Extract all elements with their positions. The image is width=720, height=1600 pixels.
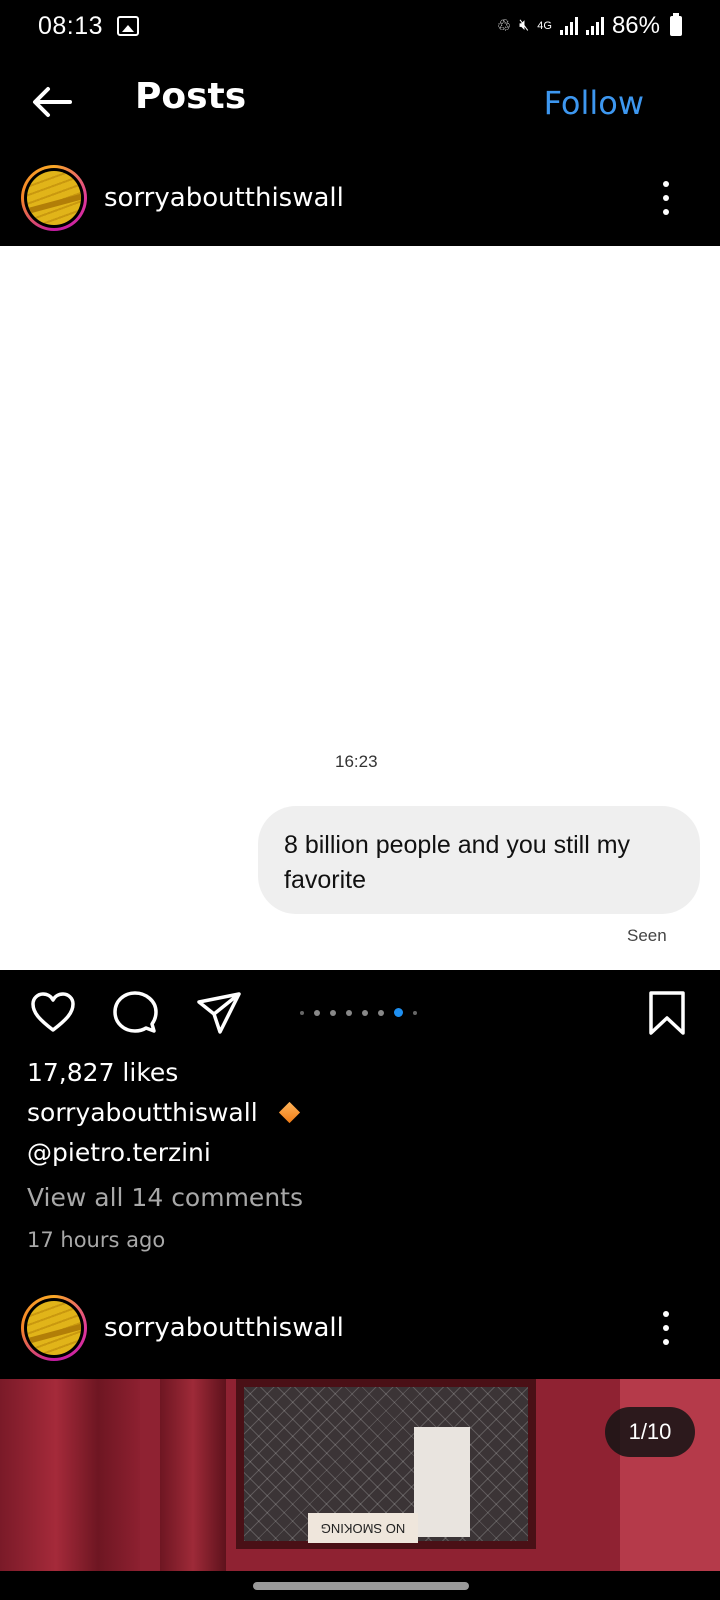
- mention-link[interactable]: @pietro.terzini: [27, 1138, 211, 1167]
- message-bubble: 8 billion people and you still my favori…: [258, 806, 700, 914]
- avatar[interactable]: [21, 165, 87, 231]
- battery-icon: [670, 13, 682, 36]
- gesture-nav-bar[interactable]: [253, 1582, 469, 1590]
- more-options-icon-2[interactable]: [662, 1311, 670, 1345]
- share-icon[interactable]: [196, 990, 242, 1036]
- page-title: Posts: [135, 76, 247, 117]
- comment-icon[interactable]: [112, 990, 158, 1036]
- gallery-notification-icon: [117, 16, 140, 36]
- signal-icon: [559, 17, 578, 35]
- status-icons: ♲ 🔇︎ 4G 86%: [497, 12, 682, 40]
- network-type: 4G: [537, 19, 552, 32]
- caption: sorryaboutthiswall: [27, 1098, 300, 1127]
- carousel-indicator: [300, 1008, 417, 1017]
- bookmark-icon[interactable]: [644, 990, 690, 1036]
- likes-count[interactable]: 17,827 likes: [27, 1058, 178, 1087]
- carousel-counter: 1/10: [605, 1407, 695, 1457]
- signal-icon-2: [585, 17, 604, 35]
- seen-label: Seen: [627, 926, 667, 945]
- post-header-2: sorryaboutthiswall: [0, 1290, 720, 1366]
- battery-percent: 86%: [611, 12, 660, 39]
- status-time: 08:13: [38, 11, 104, 40]
- status-bar: 08:13 ♲ 🔇︎ 4G 86%: [0, 0, 720, 52]
- post-time: 17 hours ago: [27, 1228, 166, 1252]
- message-timestamp: 16:23: [335, 752, 378, 771]
- post-header: sorryaboutthiswall: [0, 160, 720, 236]
- recycle-icon: ♲: [496, 18, 512, 35]
- post-username-2[interactable]: sorryaboutthiswall: [104, 1313, 344, 1343]
- follow-button[interactable]: Follow: [544, 84, 644, 122]
- no-smoking-sign: NO SMOKING: [308, 1513, 418, 1543]
- view-comments-link[interactable]: View all 14 comments: [27, 1183, 303, 1212]
- post-image-2[interactable]: NO SMOKING: [0, 1379, 720, 1571]
- more-options-icon[interactable]: [662, 181, 670, 215]
- post-username[interactable]: sorryaboutthiswall: [104, 183, 344, 213]
- avatar-2[interactable]: [21, 1295, 87, 1361]
- diamond-emoji-icon: [278, 1101, 300, 1124]
- app-header: Posts Follow: [0, 62, 720, 142]
- heart-icon[interactable]: [30, 990, 76, 1036]
- caption-username[interactable]: sorryaboutthiswall: [27, 1098, 258, 1127]
- back-arrow-icon[interactable]: [30, 84, 74, 120]
- mute-icon: 🔇︎: [519, 17, 530, 34]
